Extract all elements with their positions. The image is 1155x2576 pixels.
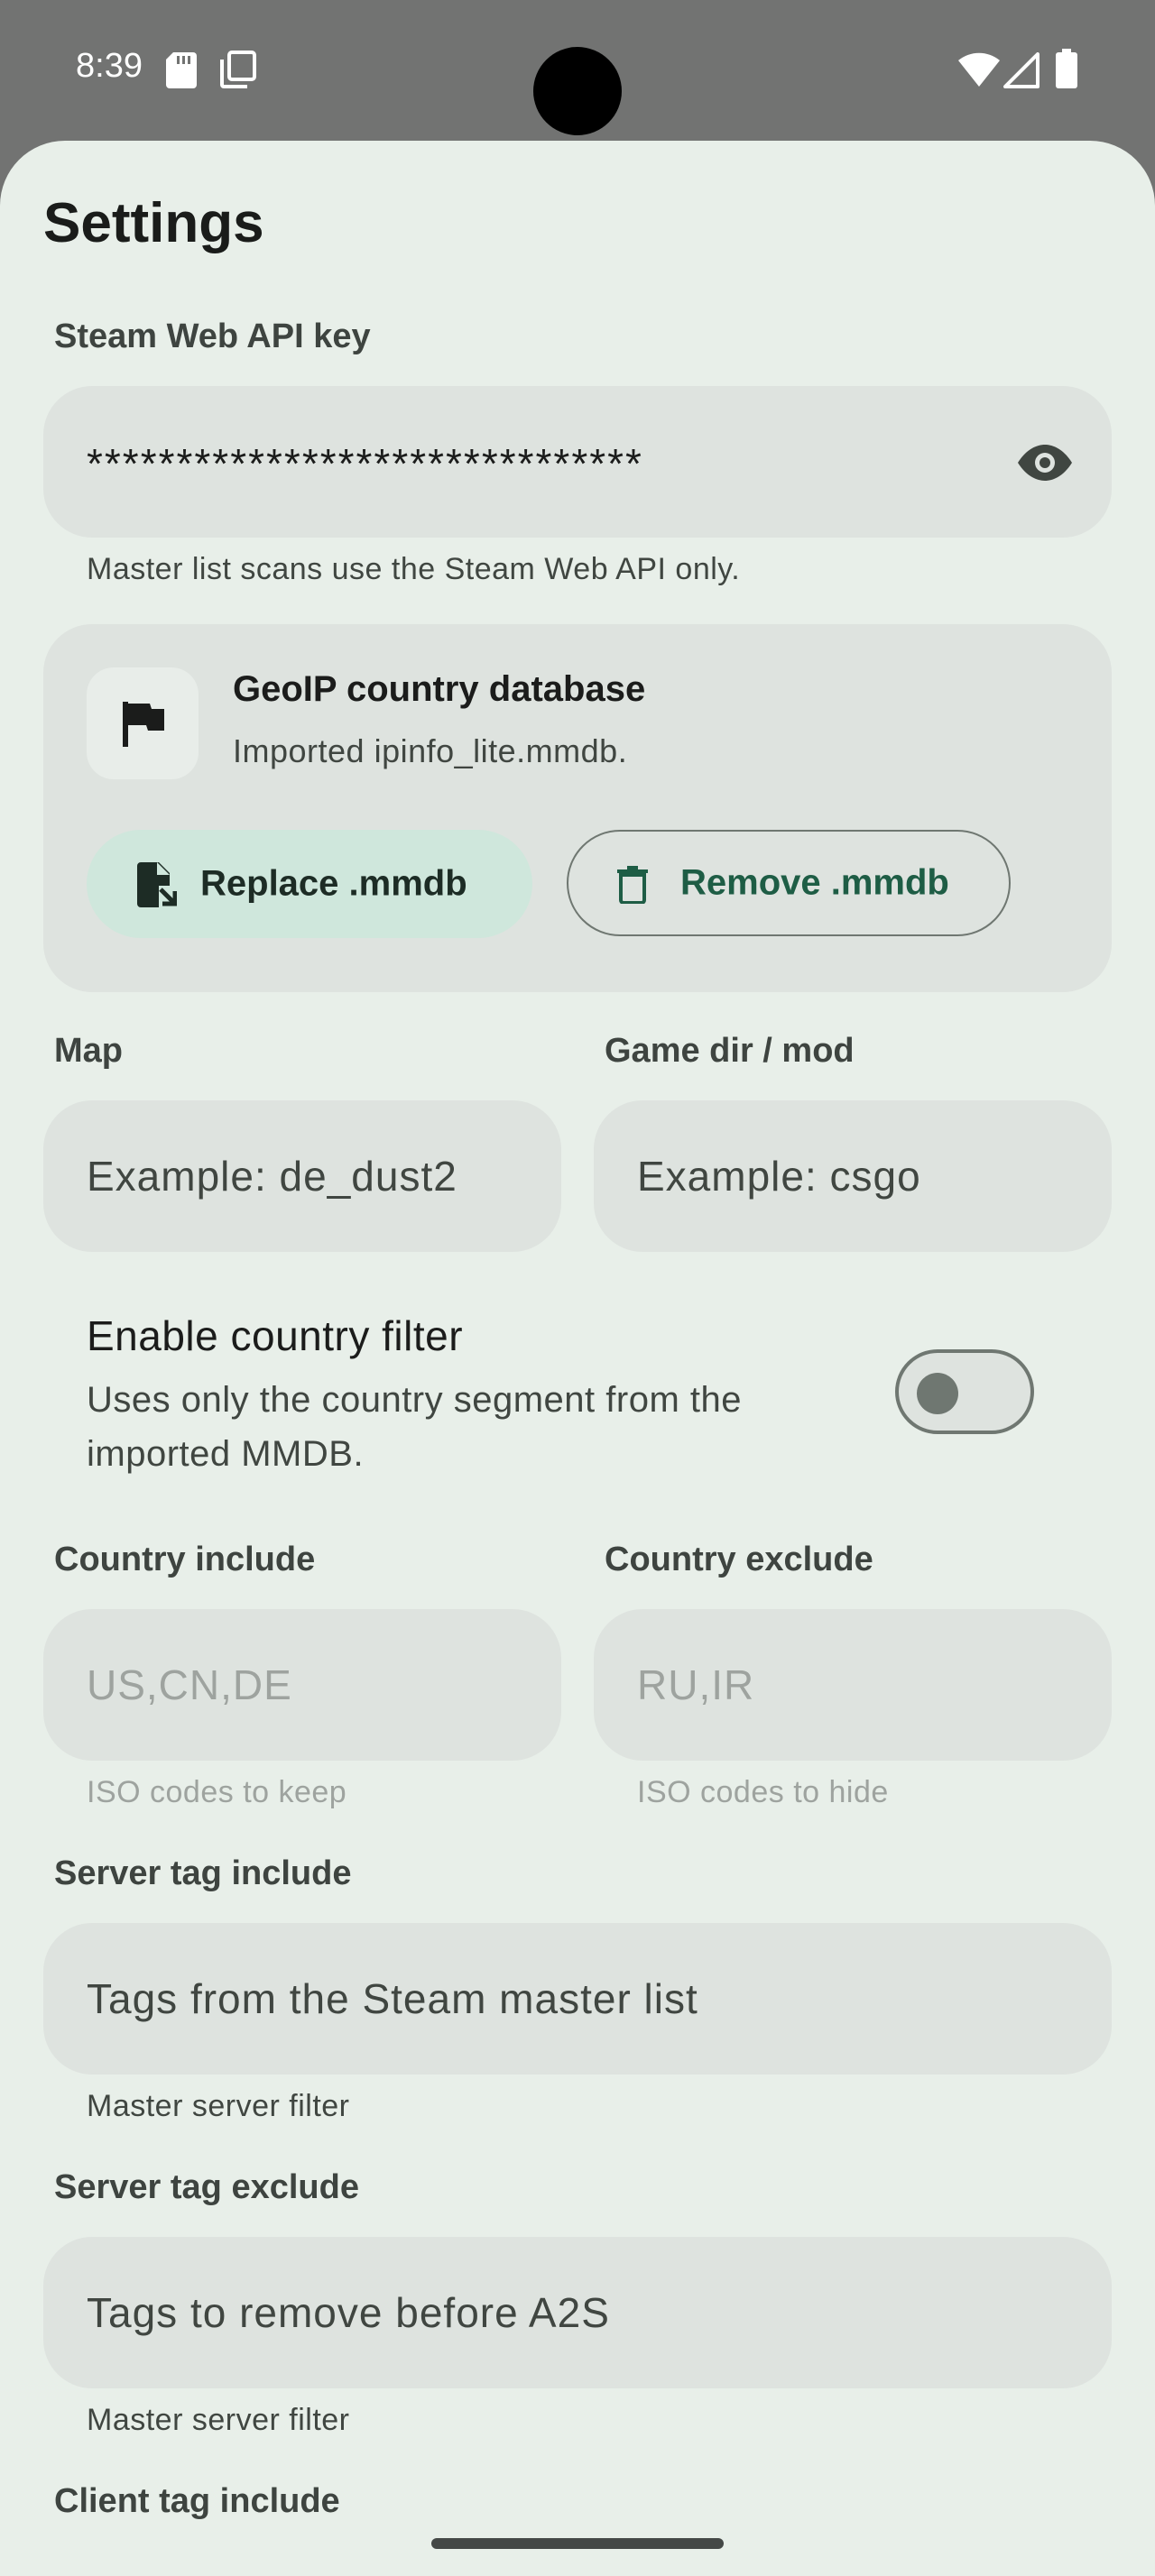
- server-tag-exclude-helper: Master server filter: [87, 2403, 350, 2437]
- country-include-label: Country include: [54, 1541, 316, 1578]
- country-exclude-input[interactable]: RU,IR: [594, 1609, 1112, 1761]
- game-dir-placeholder: Example: csgo: [637, 1153, 921, 1200]
- game-dir-label: Game dir / mod: [605, 1032, 855, 1070]
- api-key-helper: Master list scans use the Steam Web API …: [87, 552, 741, 586]
- wifi-icon: [958, 52, 1000, 87]
- sd-card-icon: [166, 52, 197, 88]
- trash-icon: [617, 866, 648, 904]
- geoip-title: GeoIP country database: [233, 669, 646, 709]
- server-tag-exclude-input[interactable]: Tags to remove before A2S: [43, 2237, 1112, 2388]
- country-filter-switch[interactable]: [895, 1349, 1034, 1434]
- status-time: 8:39: [76, 47, 143, 85]
- geoip-card: GeoIP country database Imported ipinfo_l…: [43, 624, 1112, 992]
- api-key-field[interactable]: *******************************: [43, 386, 1112, 538]
- map-label: Map: [54, 1032, 123, 1070]
- server-tag-include-label: Server tag include: [54, 1854, 352, 1892]
- country-exclude-label: Country exclude: [605, 1541, 873, 1578]
- status-bar: 8:39: [0, 0, 1155, 141]
- country-filter-title: Enable country filter: [87, 1312, 464, 1359]
- country-include-helper: ISO codes to keep: [87, 1775, 347, 1809]
- server-tag-include-placeholder: Tags from the Steam master list: [87, 1975, 698, 2022]
- flag-icon: [123, 702, 164, 747]
- server-tag-include-input[interactable]: Tags from the Steam master list: [43, 1923, 1112, 2075]
- api-key-label: Steam Web API key: [54, 317, 371, 355]
- geoip-subtitle: Imported ipinfo_lite.mmdb.: [233, 732, 628, 769]
- map-placeholder: Example: de_dust2: [87, 1153, 457, 1200]
- gesture-home-bar[interactable]: [431, 2538, 724, 2549]
- file-replace-icon: [137, 862, 177, 907]
- switch-knob: [917, 1373, 958, 1414]
- country-exclude-placeholder: RU,IR: [637, 1661, 755, 1708]
- server-tag-exclude-placeholder: Tags to remove before A2S: [87, 2289, 610, 2336]
- battery-icon: [1056, 49, 1077, 88]
- signal-icon: [1003, 52, 1040, 88]
- client-tag-include-label: Client tag include: [54, 2482, 340, 2520]
- game-dir-input[interactable]: Example: csgo: [594, 1100, 1112, 1252]
- server-tag-include-helper: Master server filter: [87, 2089, 350, 2123]
- replace-mmdb-label: Replace .mmdb: [200, 863, 467, 904]
- geoip-icon-container: [87, 667, 199, 779]
- api-key-value[interactable]: *******************************: [87, 439, 643, 488]
- eye-icon[interactable]: [1016, 444, 1074, 482]
- country-include-input[interactable]: US,CN,DE: [43, 1609, 561, 1761]
- front-camera: [533, 47, 622, 135]
- country-exclude-helper: ISO codes to hide: [637, 1775, 889, 1809]
- map-input[interactable]: Example: de_dust2: [43, 1100, 561, 1252]
- remove-mmdb-label: Remove .mmdb: [680, 862, 949, 903]
- page-title: Settings: [43, 192, 264, 254]
- country-filter-description: Uses only the country segment from the i…: [87, 1380, 742, 1474]
- country-include-placeholder: US,CN,DE: [87, 1661, 292, 1708]
- screenshot-icon: [220, 51, 256, 88]
- replace-mmdb-button[interactable]: Replace .mmdb: [87, 830, 532, 938]
- remove-mmdb-button[interactable]: Remove .mmdb: [567, 830, 1011, 936]
- server-tag-exclude-label: Server tag exclude: [54, 2168, 359, 2206]
